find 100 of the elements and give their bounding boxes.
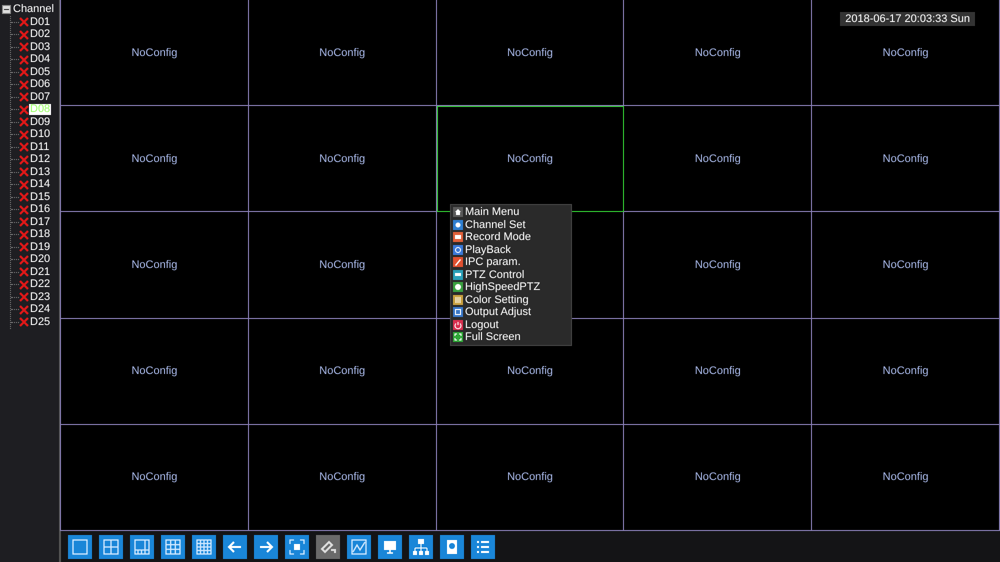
cross-icon <box>19 304 29 315</box>
channel-item[interactable]: D23 <box>29 292 52 303</box>
cross-icon <box>19 142 29 152</box>
menu-item[interactable]: Full Screen <box>465 331 521 344</box>
video-cell[interactable]: NoConfig <box>812 212 1000 319</box>
eight-view-button[interactable] <box>130 534 154 558</box>
video-cell[interactable]: NoConfig <box>624 106 812 212</box>
menu-item[interactable]: IPC param. <box>465 256 521 268</box>
list-button[interactable] <box>471 534 495 558</box>
cross-icon <box>19 254 29 265</box>
channel-item[interactable]: D21 <box>29 266 52 278</box>
cell-status-text: NoConfig <box>131 152 178 165</box>
channel-item[interactable]: D07 <box>29 92 52 103</box>
nine-view-button[interactable] <box>161 534 185 558</box>
menu-item[interactable]: Record Mode <box>465 231 532 244</box>
collapse-icon[interactable] <box>2 4 11 14</box>
cross-icon <box>19 80 29 90</box>
cross-icon <box>19 217 29 228</box>
cross-icon <box>19 54 29 65</box>
cross-icon <box>19 92 29 102</box>
network-icon <box>411 536 431 556</box>
sixteen-view-button[interactable] <box>192 534 216 558</box>
nine-grid-icon <box>163 536 183 556</box>
cell-status-text: NoConfig <box>507 471 553 484</box>
cell-status-text: NoConfig <box>694 365 741 378</box>
cell-status-text: NoConfig <box>131 258 178 271</box>
channel-item[interactable]: D20 <box>29 254 52 266</box>
channel-item[interactable]: D22 <box>29 279 52 290</box>
channel-item[interactable]: D01 <box>29 16 52 28</box>
channel-item[interactable]: D14 <box>29 179 52 190</box>
video-cell[interactable]: NoConfig <box>624 0 812 106</box>
cross-icon <box>19 192 29 202</box>
cross-icon <box>19 180 29 190</box>
menu-item[interactable]: Logout <box>465 318 499 331</box>
cell-status-text: NoConfig <box>319 46 366 59</box>
channel-item[interactable]: D24 <box>29 304 52 316</box>
cell-status-text: NoConfig <box>694 471 741 484</box>
next-button[interactable] <box>254 534 278 558</box>
menu-item[interactable]: Color Setting <box>465 294 529 306</box>
sixteen-grid-icon <box>194 536 214 556</box>
video-cell[interactable]: NoConfig <box>436 0 624 106</box>
video-cell[interactable]: NoConfig <box>61 0 249 106</box>
channel-item[interactable]: D25 <box>29 316 52 328</box>
fullscreen-button[interactable] <box>285 534 309 558</box>
channel-item[interactable]: D02 <box>29 29 52 40</box>
channel-item[interactable]: D16 <box>29 204 52 216</box>
channel-item[interactable]: D17 <box>29 216 52 228</box>
cell-status-text: NoConfig <box>319 258 366 271</box>
cross-icon <box>19 317 29 328</box>
menu-item[interactable]: Channel Set <box>465 218 526 231</box>
single-grid-icon <box>70 536 90 556</box>
channel-item[interactable]: D18 <box>29 229 52 240</box>
video-cell[interactable]: NoConfig <box>248 318 437 425</box>
video-cell[interactable]: NoConfig <box>61 106 249 212</box>
video-cell[interactable]: NoConfig <box>248 0 437 106</box>
cross-icon <box>19 230 29 240</box>
channel-item[interactable]: D10 <box>29 129 52 140</box>
channel-item[interactable]: D13 <box>29 166 52 178</box>
video-cell[interactable]: NoConfig <box>248 106 437 212</box>
cell-status-text: NoConfig <box>507 46 553 59</box>
monitor-button[interactable] <box>378 534 402 558</box>
video-cell[interactable]: NoConfig <box>61 212 249 319</box>
fullscreen-icon <box>287 536 307 556</box>
video-cell[interactable]: NoConfig <box>624 318 812 425</box>
cell-status-text: NoConfig <box>319 365 366 378</box>
cross-icon <box>19 30 29 40</box>
cross-icon <box>19 17 29 28</box>
date-time: 2018-06-17 20:03:33 Sun <box>840 12 975 26</box>
disk-button[interactable] <box>440 534 464 558</box>
previous-button[interactable] <box>223 534 247 558</box>
channel-item[interactable]: D19 <box>29 242 52 253</box>
network-button[interactable] <box>409 534 433 558</box>
chart-button[interactable] <box>347 534 371 558</box>
menu-item[interactable]: Output Adjust <box>465 306 532 318</box>
channel-item[interactable]: D06 <box>29 79 52 90</box>
video-cell[interactable]: NoConfig <box>248 212 437 319</box>
cell-status-text: NoConfig <box>507 365 553 378</box>
menu-item[interactable]: HighSpeedPTZ <box>465 281 540 294</box>
four-view-button[interactable] <box>99 534 123 558</box>
cell-status-text: NoConfig <box>131 471 178 484</box>
channel-item[interactable]: D11 <box>29 142 50 153</box>
video-cell[interactable]: NoConfig <box>812 318 1000 425</box>
cross-icon <box>19 42 29 52</box>
menu-item[interactable]: PlayBack <box>465 244 511 256</box>
channel-item[interactable]: D09 <box>29 116 52 128</box>
channel-item[interactable]: D12 <box>29 154 52 166</box>
channel-item[interactable]: D15 <box>29 192 52 203</box>
video-cell[interactable]: NoConfig <box>624 212 812 319</box>
channel-item[interactable]: D05 <box>29 66 52 78</box>
single-view-button[interactable] <box>68 534 92 558</box>
cell-status-text: NoConfig <box>882 471 929 484</box>
channel-item[interactable]: D03 <box>29 42 52 53</box>
cross-icon <box>19 280 29 290</box>
video-cell[interactable]: NoConfig <box>812 106 1000 212</box>
channel-item[interactable]: D04 <box>29 54 52 66</box>
menu-item[interactable]: PTZ Control <box>465 268 524 281</box>
cross-icon <box>19 67 29 78</box>
video-cell[interactable]: NoConfig <box>61 318 249 425</box>
cell-status-text: NoConfig <box>694 258 741 271</box>
cell-status-text: NoConfig <box>882 365 929 378</box>
